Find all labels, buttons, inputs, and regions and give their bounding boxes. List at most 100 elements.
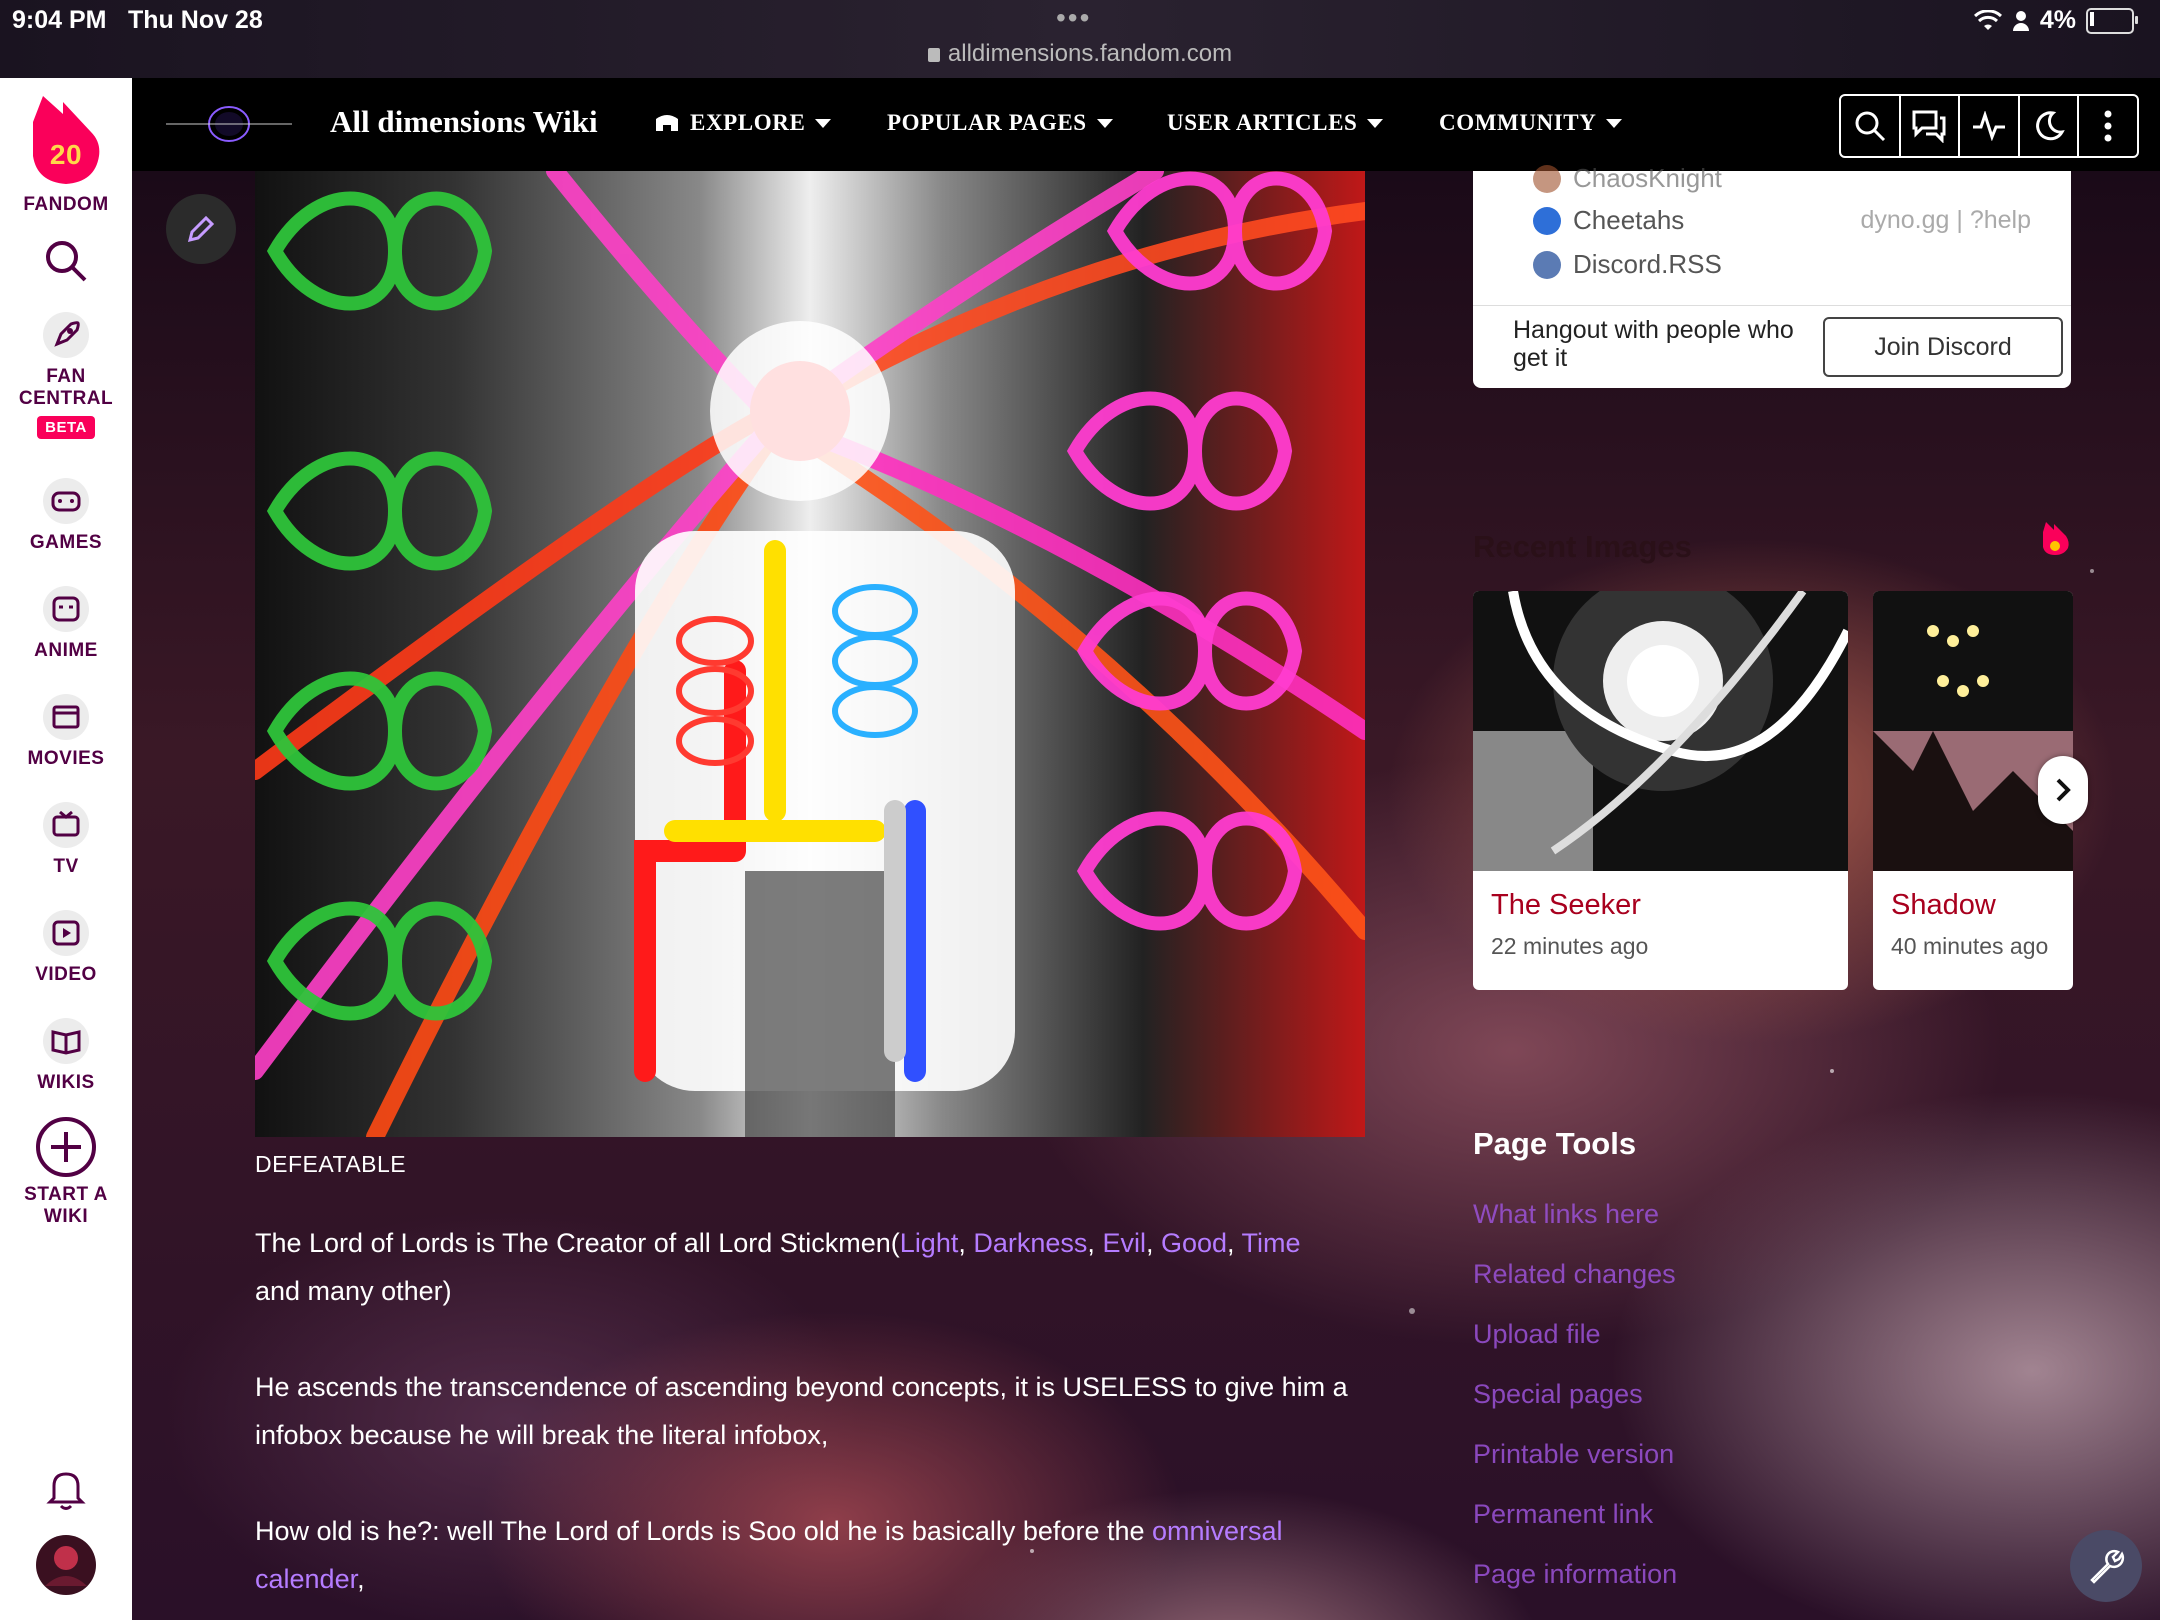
fan-central-label: FAN — [46, 366, 86, 387]
member-name: ChaosKnight — [1573, 163, 1722, 193]
search-icon — [1855, 111, 1885, 142]
clapperboard-icon — [43, 694, 89, 740]
multitask-dots-icon[interactable]: ••• — [1056, 2, 1091, 34]
chevron-down-icon — [1096, 118, 1113, 128]
p1-text: The Lord of Lords is The Creator of all … — [255, 1228, 900, 1258]
discord-member[interactable]: ChaosKnight — [1533, 163, 1722, 194]
fan-central-link[interactable]: FAN CENTRAL BETA — [0, 310, 132, 439]
start-wiki-label: START A — [24, 1184, 108, 1205]
user-avatar[interactable] — [0, 1534, 132, 1602]
p1-suffix: and many other) — [255, 1276, 452, 1306]
tool-special-pages[interactable]: Special pages — [1473, 1379, 1643, 1410]
search-button[interactable] — [0, 238, 132, 290]
nav-user-articles[interactable]: USER ARTICLES — [1167, 110, 1384, 136]
link-time[interactable]: Time — [1242, 1228, 1301, 1258]
nav-popular-label: POPULAR PAGES — [887, 110, 1087, 135]
tool-page-information[interactable]: Page information — [1473, 1559, 1677, 1590]
recent-image-thumbnail — [1473, 591, 1848, 871]
tool-upload-file[interactable]: Upload file — [1473, 1319, 1601, 1350]
recent-image-thumbnail — [1873, 591, 2073, 871]
artwork-caption: DEFEATABLE — [255, 1151, 407, 1177]
battery-icon — [2086, 7, 2138, 34]
chevron-down-icon — [1606, 118, 1623, 128]
nav-user-articles-label: USER ARTICLES — [1167, 110, 1358, 135]
tool-related-changes[interactable]: Related changes — [1473, 1259, 1676, 1290]
link-evil[interactable]: Evil — [1102, 1228, 1146, 1258]
article-paragraph-2: He ascends the transcendence of ascendin… — [255, 1372, 1348, 1450]
rocket-icon — [43, 312, 89, 358]
notifications-button[interactable] — [0, 1466, 132, 1518]
recent-image-title[interactable]: Shadow — [1891, 889, 1996, 922]
fan-central-label-2: CENTRAL — [18, 388, 114, 409]
wiki-logo-icon[interactable] — [164, 104, 294, 144]
p3-suffix: , — [357, 1564, 365, 1594]
nav-community[interactable]: COMMUNITY — [1439, 110, 1623, 136]
nav-explore-label: EXPLORE — [690, 110, 806, 135]
carousel-next-button[interactable] — [2038, 756, 2088, 824]
wikis-link[interactable]: WIKIS — [0, 1016, 132, 1094]
p3-text: How old is he?: well The Lord of Lords i… — [255, 1516, 1152, 1546]
discord-member[interactable]: Discord.RSS — [1533, 249, 1722, 280]
recent-image-time: 40 minutes ago — [1891, 933, 2049, 959]
link-good[interactable]: Good — [1161, 1228, 1227, 1258]
link-light[interactable]: Light — [900, 1228, 959, 1258]
nav-community-label: COMMUNITY — [1439, 110, 1597, 135]
chevron-right-icon — [2056, 778, 2071, 802]
fandom-brand-label: FANDOM — [23, 194, 109, 215]
edit-button[interactable] — [166, 194, 236, 264]
status-time: 9:04 PM — [12, 6, 107, 34]
member-avatar — [1533, 164, 1561, 193]
fandom-logo[interactable]: 20 FANDOM — [0, 92, 132, 216]
discussions-button[interactable] — [1901, 96, 1961, 156]
member-avatar — [1533, 206, 1561, 235]
global-tools-button[interactable] — [2070, 1530, 2142, 1602]
address-url: alldimensions.fandom.com — [947, 40, 1233, 67]
moon-icon — [2035, 111, 2065, 141]
recent-image-title[interactable]: The Seeker — [1491, 889, 1641, 922]
address-bar[interactable]: alldimensions.fandom.com — [0, 40, 2160, 68]
divider — [1473, 305, 2071, 306]
nav-explore[interactable]: EXPLORE — [654, 110, 832, 136]
games-label: GAMES — [29, 532, 103, 553]
dark-mode-toggle[interactable] — [2020, 96, 2080, 156]
join-discord-button[interactable]: Join Discord — [1823, 317, 2063, 377]
start-wiki-label-2: WIKI — [43, 1206, 89, 1227]
fandom-sidebar: 20 FANDOM FAN CENTRAL BETA GAMES ANIME M… — [0, 78, 133, 1620]
kebab-menu-icon — [2104, 110, 2112, 142]
more-menu-button[interactable] — [2079, 96, 2137, 156]
play-video-icon — [43, 910, 89, 956]
tool-what-links-here[interactable]: What links here — [1473, 1199, 1659, 1230]
wiki-search-button[interactable] — [1841, 96, 1901, 156]
games-link[interactable]: GAMES — [0, 476, 132, 554]
nav-popular-pages[interactable]: POPULAR PAGES — [887, 110, 1113, 136]
movies-link[interactable]: MOVIES — [0, 692, 132, 770]
video-link[interactable]: VIDEO — [0, 908, 132, 986]
recent-activity-button[interactable] — [1960, 96, 2020, 156]
tv-link[interactable]: TV — [0, 800, 132, 878]
gamepad-icon — [43, 478, 89, 524]
link-darkness[interactable]: Darkness — [973, 1228, 1087, 1258]
person-icon — [2012, 10, 2029, 31]
bell-icon — [46, 1472, 86, 1510]
battery-percent: 4% — [2039, 6, 2076, 34]
discord-widget: ChaosKnight Cheetahs dyno.gg | ?help Dis… — [1473, 163, 2071, 388]
book-icon — [43, 1018, 89, 1064]
wiki-top-nav: All dimensions Wiki EXPLORE POPULAR PAGE… — [132, 78, 2160, 171]
tool-permanent-link[interactable]: Permanent link — [1473, 1499, 1653, 1530]
lock-icon — [927, 48, 940, 62]
beta-badge: BETA — [37, 416, 95, 439]
discord-member-status: dyno.gg | ?help — [1860, 206, 2031, 234]
anime-link[interactable]: ANIME — [0, 584, 132, 662]
recent-image-card[interactable]: The Seeker 22 minutes ago — [1473, 591, 1848, 990]
discord-member[interactable]: Cheetahs — [1533, 205, 1684, 236]
tool-printable-version[interactable]: Printable version — [1473, 1439, 1674, 1470]
fandom-flame-icon — [2043, 522, 2069, 555]
member-avatar — [1533, 250, 1561, 279]
activity-icon — [1972, 111, 2005, 141]
wiki-title[interactable]: All dimensions Wiki — [330, 104, 598, 140]
member-name: Discord.RSS — [1573, 249, 1722, 279]
start-wiki-link[interactable]: START A WIKI — [0, 1116, 132, 1228]
wikis-label: WIKIS — [37, 1072, 95, 1093]
recent-image-time: 22 minutes ago — [1491, 933, 1649, 959]
article-paragraph-1: The Lord of Lords is The Creator of all … — [255, 1228, 1301, 1306]
